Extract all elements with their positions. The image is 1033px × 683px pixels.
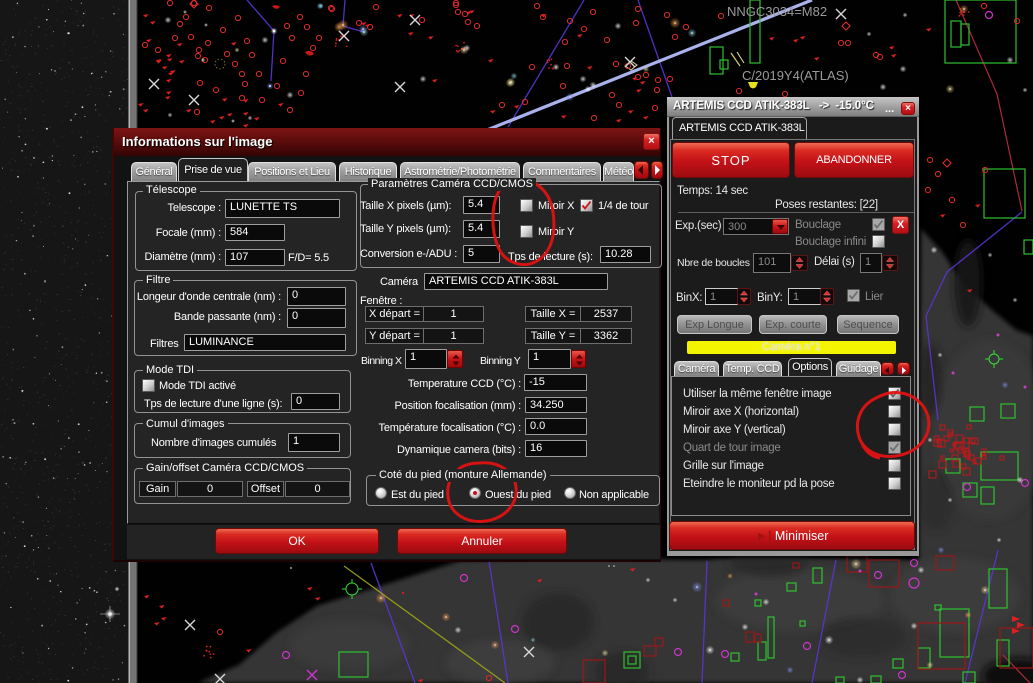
svg-text:C/2019Y4(ATLAS): C/2019Y4(ATLAS): [742, 68, 849, 83]
svg-text:NNGC3034=M82: NNGC3034=M82: [727, 4, 827, 19]
